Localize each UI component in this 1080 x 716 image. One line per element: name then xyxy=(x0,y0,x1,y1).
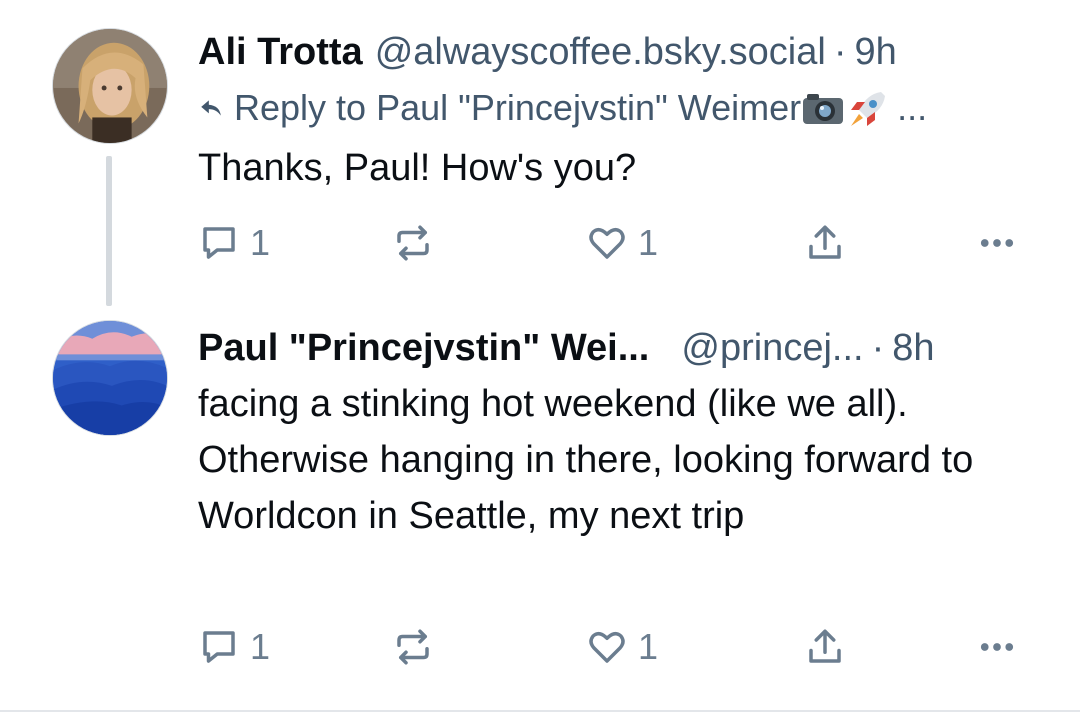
reply-to-ellipsis: ... xyxy=(897,87,928,128)
author-handle[interactable]: @princej... xyxy=(681,326,863,370)
more-dots-icon xyxy=(980,643,1014,651)
post-timestamp[interactable]: 9h xyxy=(854,30,896,74)
post-timestamp[interactable]: 8h xyxy=(892,326,934,370)
thread-connector-line xyxy=(106,156,112,306)
repost-arrows-icon xyxy=(397,629,429,665)
avatar-ali-trotta[interactable] xyxy=(52,28,168,144)
rocket-emoji-icon xyxy=(851,92,886,126)
reply-button[interactable]: 1 xyxy=(198,622,270,672)
share-upload-icon xyxy=(809,225,841,259)
post-text: Thanks, Paul! How's you? xyxy=(198,147,637,189)
author-name[interactable]: Ali Trotta xyxy=(198,30,363,74)
repost-button[interactable] xyxy=(392,622,434,672)
author-name[interactable]: Paul "Princejvstin" Wei... xyxy=(198,326,649,370)
like-count: 1 xyxy=(638,222,659,263)
reply-count: 1 xyxy=(250,626,271,667)
reply-to-text: Reply to Paul "Princejvstin" Weimer xyxy=(234,87,802,128)
more-options-button[interactable] xyxy=(976,218,1018,268)
avatar-photo-icon xyxy=(53,29,167,143)
reply-to-line[interactable]: Reply to Paul "Princejvstin" Weimer ... xyxy=(198,88,1040,128)
more-options-button[interactable] xyxy=(976,622,1018,672)
heart-icon xyxy=(589,631,625,663)
share-button[interactable] xyxy=(804,622,846,672)
camera-emoji-icon xyxy=(803,94,844,124)
reply-bubble-icon xyxy=(203,227,235,259)
post-content: Ali Trotta @alwayscoffee.bsky.social · 9… xyxy=(198,30,1040,196)
author-handle[interactable]: @alwayscoffee.bsky.social xyxy=(375,30,826,74)
avatar-mountains-icon xyxy=(53,321,167,435)
post-header: Ali Trotta @alwayscoffee.bsky.social · 9… xyxy=(198,30,1040,74)
reply-bubble-icon xyxy=(203,631,235,663)
post-paul-weimer[interactable]: Paul "Princejvstin" Wei... @princej... ·… xyxy=(0,312,1080,710)
post-actions: 1 1 xyxy=(198,622,1028,672)
repost-arrows-icon xyxy=(397,225,429,261)
post-header: Paul "Princejvstin" Wei... @princej... ·… xyxy=(198,326,1040,370)
separator-dot: · xyxy=(871,327,885,369)
like-button[interactable]: 1 xyxy=(586,218,658,268)
like-count: 1 xyxy=(638,626,659,667)
post-content: Paul "Princejvstin" Wei... @princej... ·… xyxy=(198,326,1040,544)
reply-button[interactable]: 1 xyxy=(198,218,270,268)
share-button[interactable] xyxy=(804,218,846,268)
like-button[interactable]: 1 xyxy=(586,622,658,672)
more-dots-icon xyxy=(980,239,1014,247)
post-text: facing a stinking hot weekend (like we a… xyxy=(198,383,974,537)
post-ali-trotta[interactable]: Ali Trotta @alwayscoffee.bsky.social · 9… xyxy=(0,0,1080,312)
avatar-paul-weimer[interactable] xyxy=(52,320,168,436)
separator-dot: · xyxy=(833,31,847,73)
post-actions: 1 1 xyxy=(198,218,1028,268)
reply-arrow-icon xyxy=(201,100,221,116)
repost-button[interactable] xyxy=(392,218,434,268)
heart-icon xyxy=(589,227,625,259)
reply-count: 1 xyxy=(250,222,271,263)
feed-divider xyxy=(0,710,1080,712)
share-upload-icon xyxy=(809,629,841,663)
